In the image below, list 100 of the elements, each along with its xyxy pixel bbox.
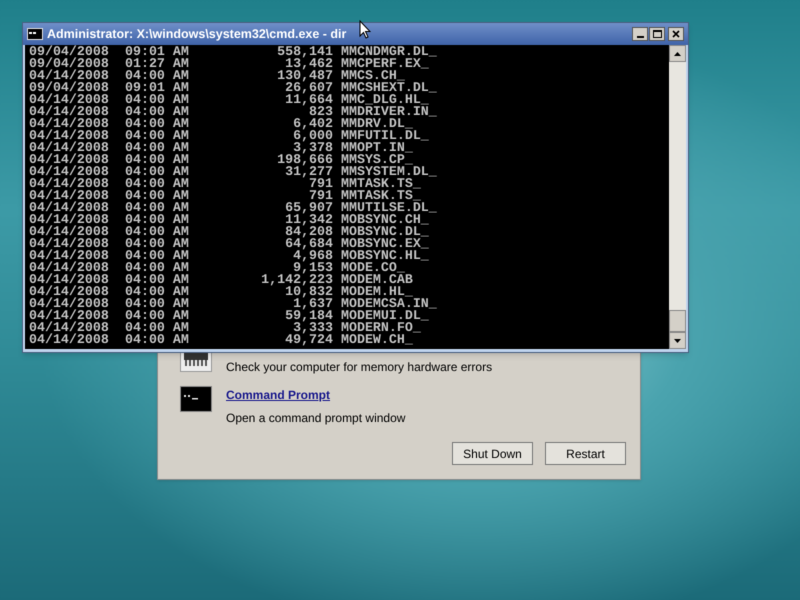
file-time: 04:00 AM — [125, 250, 190, 262]
file-size: 64,684 — [284, 238, 333, 250]
file-name: MMCS.CH_ — [341, 70, 405, 82]
maximize-button[interactable] — [649, 27, 665, 41]
maximize-icon — [652, 30, 662, 38]
file-name: MODEMUI.DL_ — [341, 310, 429, 322]
file-size: 3,333 — [293, 322, 333, 334]
file-date: 04/14/2008 — [29, 298, 110, 310]
file-name: MMCNDMGR.DL_ — [341, 46, 437, 58]
file-time: 04:00 AM — [125, 70, 190, 82]
file-name: MODEM.CAB — [341, 274, 413, 286]
file-size: 84,208 — [284, 226, 333, 238]
file-time: 04:00 AM — [125, 178, 190, 190]
file-date: 04/14/2008 — [29, 334, 110, 346]
down-arrow-icon — [674, 338, 681, 342]
file-size: 558,141 — [276, 46, 333, 58]
mouse-pointer-icon — [359, 20, 371, 39]
file-date: 04/14/2008 — [29, 70, 110, 82]
file-date: 04/14/2008 — [29, 118, 110, 130]
dialog-button[interactable]: Shut Down — [452, 442, 533, 465]
file-name: MMCSHEXT.DL_ — [341, 82, 437, 94]
minimize-icon — [636, 36, 644, 38]
file-time: 04:00 AM — [125, 190, 190, 202]
file-size: 130,487 — [276, 70, 333, 82]
file-name: MOBSYNC.CH_ — [341, 214, 429, 226]
file-time: 04:00 AM — [125, 286, 190, 298]
file-date: 04/14/2008 — [29, 238, 110, 250]
file-name: MOBSYNC.EX_ — [341, 238, 429, 250]
file-time: 09:01 AM — [125, 46, 190, 58]
file-date: 04/14/2008 — [29, 250, 110, 262]
file-time: 04:00 AM — [125, 142, 190, 154]
file-name: MODERN.FO_ — [341, 322, 421, 334]
file-time: 04:00 AM — [125, 262, 190, 274]
file-name: MODE.CO_ — [341, 262, 405, 274]
file-date: 04/14/2008 — [29, 226, 110, 238]
file-time: 04:00 AM — [125, 298, 190, 310]
file-date: 04/14/2008 — [29, 214, 110, 226]
scrollbar[interactable] — [669, 45, 686, 349]
file-name: MMFUTIL.DL_ — [341, 130, 429, 142]
file-name: MMC_DLG.HL_ — [341, 94, 429, 106]
file-size: 31,277 — [285, 166, 333, 178]
file-name: MMDRV.DL_ — [341, 118, 413, 130]
file-name: MMCPERF.EX_ — [341, 58, 429, 70]
file-size: 823 — [309, 106, 333, 118]
file-time: 04:00 AM — [125, 130, 190, 142]
minimize-button[interactable] — [632, 27, 648, 41]
tool-link[interactable]: Command Prompt — [226, 386, 406, 404]
window-title: Administrator: X:\windows\system32\cmd.exe - dir — [47, 26, 346, 43]
file-size: 10,832 — [285, 286, 333, 298]
file-size: 791 — [309, 178, 333, 190]
file-date: 04/14/2008 — [29, 190, 110, 202]
file-date: 04/14/2008 — [29, 202, 110, 214]
file-date: 09/04/2008 — [29, 82, 110, 94]
console-icon — [180, 386, 212, 412]
file-time: 04:00 AM — [125, 94, 190, 106]
file-size: 26,607 — [285, 82, 333, 94]
file-name: MOBSYNC.DL_ — [341, 226, 429, 238]
file-name: MODEM.HL_ — [341, 286, 413, 298]
scroll-down-button[interactable] — [669, 332, 686, 349]
file-size: 1,142,223 — [260, 274, 333, 286]
file-time: 04:00 AM — [125, 310, 190, 322]
scroll-thumb[interactable] — [669, 310, 686, 332]
file-name: MMUTILSE.DL_ — [341, 202, 437, 214]
file-time: 04:00 AM — [125, 118, 190, 130]
file-size: 198,666 — [276, 154, 333, 166]
scroll-up-button[interactable] — [669, 45, 686, 62]
file-date: 04/14/2008 — [29, 274, 110, 286]
close-button[interactable] — [668, 27, 684, 41]
file-date: 04/14/2008 — [29, 94, 110, 106]
file-name: MMOPT.IN_ — [341, 142, 413, 154]
file-date: 04/14/2008 — [29, 154, 110, 166]
file-date: 04/14/2008 — [29, 166, 110, 178]
file-date: 04/14/2008 — [29, 286, 110, 298]
file-name: MODEMCSA.IN_ — [341, 298, 437, 310]
file-size: 49,724 — [284, 334, 333, 346]
file-size: 11,342 — [284, 214, 333, 226]
file-time: 04:00 AM — [125, 202, 190, 214]
file-size: 6,000 — [292, 130, 333, 142]
file-time: 04:00 AM — [125, 214, 190, 226]
file-name: MMTASK.TS_ — [341, 178, 421, 190]
file-date: 09/04/2008 — [29, 46, 110, 58]
file-name: MMSYSTEM.DL_ — [341, 166, 437, 178]
file-time: 01:27 AM — [125, 58, 190, 70]
file-size: 65,907 — [284, 202, 333, 214]
file-name: MMDRIVER.IN_ — [341, 106, 437, 118]
file-name: MODEW.CH_ — [341, 334, 413, 346]
file-size: 791 — [309, 190, 333, 202]
file-time: 04:00 AM — [125, 226, 190, 238]
file-size: 59,184 — [284, 310, 333, 322]
dialog-button[interactable]: Restart — [545, 442, 626, 465]
file-time: 04:00 AM — [125, 238, 190, 250]
file-time: 04:00 AM — [125, 154, 190, 166]
file-size: 3,378 — [293, 142, 333, 154]
file-date: 04/14/2008 — [29, 178, 110, 190]
file-date: 04/14/2008 — [29, 142, 110, 154]
file-size: 1,637 — [293, 298, 333, 310]
file-time: 04:00 AM — [125, 106, 190, 118]
file-date: 04/14/2008 — [29, 262, 110, 274]
up-arrow-icon — [674, 52, 681, 56]
close-icon — [672, 30, 680, 38]
